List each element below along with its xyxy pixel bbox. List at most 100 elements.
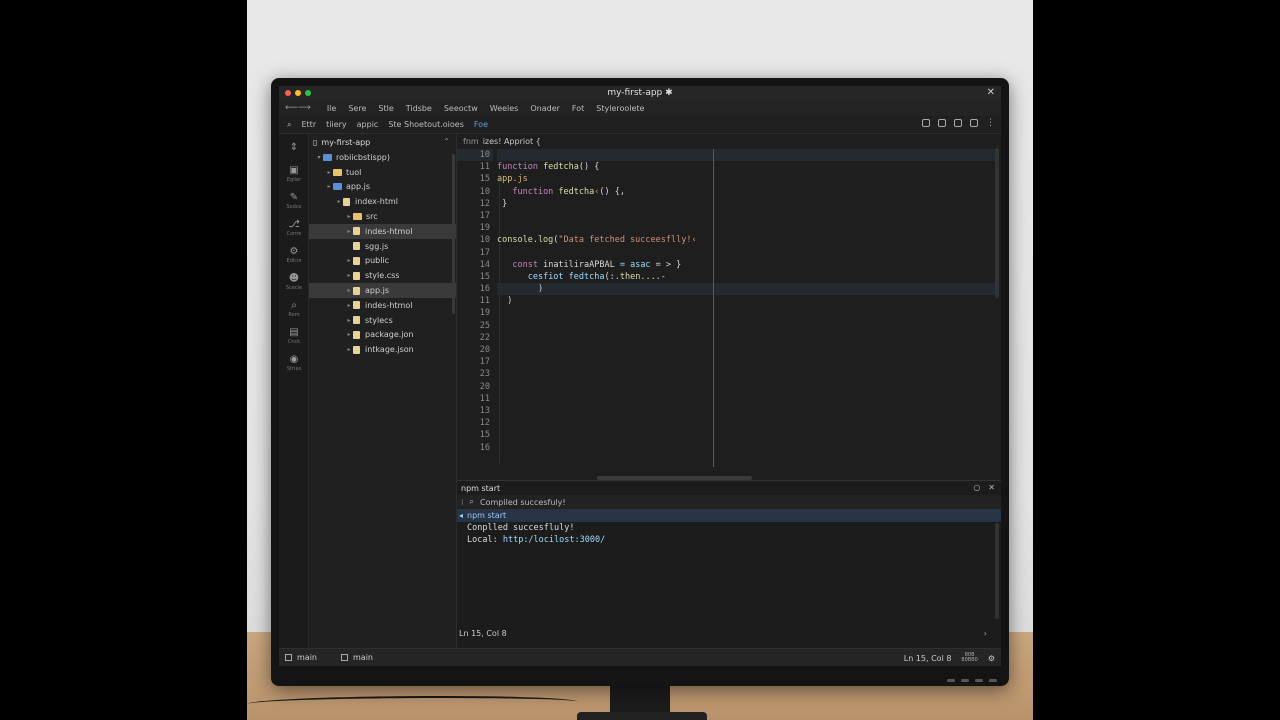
pin-icon[interactable] [954, 119, 962, 127]
code-line[interactable]: ) [497, 283, 997, 296]
maximize-window-button[interactable] [305, 90, 311, 96]
branch-item[interactable]: main [341, 653, 373, 662]
tree-item[interactable]: ▸ app.js [309, 283, 456, 298]
code-line[interactable]: cesfiot fedtcha(:.then....- [497, 271, 997, 283]
code-line[interactable]: ) [497, 295, 997, 307]
minimize-window-button[interactable] [295, 90, 301, 96]
menu-item[interactable]: Onader [530, 104, 560, 113]
tree-item[interactable]: ▸ src [309, 209, 456, 224]
menu-item[interactable]: Styleroolete [596, 104, 644, 113]
toolbar-item-active[interactable]: Foe [474, 120, 488, 129]
activity-source-control[interactable]: ⎇ Conre [279, 215, 309, 242]
terminal-title[interactable]: npm start [461, 484, 500, 493]
tree-item[interactable]: ▸ indes-htmol [309, 298, 456, 313]
code-line[interactable]: app.js [497, 173, 997, 185]
close-panel-icon[interactable]: ✕ [988, 483, 995, 492]
activity-extensions[interactable]: ⚙ Edicie [279, 242, 309, 269]
local-url-link[interactable]: http:/locilost:3000/ [503, 535, 605, 545]
code-token: (: [604, 271, 615, 282]
line-number: 17 [479, 357, 490, 368]
menu-item[interactable]: Tidsbe [406, 104, 432, 113]
panel-icon[interactable] [970, 119, 978, 127]
toolbar-item[interactable]: tiiery [326, 120, 347, 129]
tree-item[interactable]: ▸ style.css [309, 268, 456, 283]
tree-item[interactable]: ▸ stylecs [309, 313, 456, 328]
code-line[interactable]: function fedtcha‹() {, [497, 186, 997, 198]
line-number: 15 [479, 174, 490, 185]
chevron-icon: ▸ [327, 168, 331, 176]
tree-item[interactable]: ▸ indes-htmol [309, 223, 456, 239]
activity-explorer[interactable]: ▣ Eglier [279, 161, 309, 188]
tree-item-label: stylecs [365, 315, 393, 325]
activity-terminal[interactable]: ▤ Cnck [279, 323, 309, 350]
toolbar-item[interactable]: appic [357, 120, 379, 129]
code-area[interactable]: 10 11 15 10 12 17 19 10 17 14 15 16 11 19 25 22 20 17 23 20… [457, 149, 1001, 469]
menu-item[interactable]: Stle [378, 104, 393, 113]
close-icon[interactable]: ✕ [987, 87, 995, 98]
code-line[interactable] [497, 149, 997, 162]
status-cursor-position[interactable]: Ln 15, Col 8 [904, 654, 952, 663]
layout-icon[interactable] [922, 119, 930, 127]
maximize-icon[interactable]: ○ [973, 483, 980, 492]
file-icon [353, 271, 360, 280]
code-line[interactable] [497, 210, 997, 222]
drag-handle-icon[interactable]: ⁝ [461, 498, 464, 507]
toolbar-item[interactable]: Ste Shoetout.oioes [388, 120, 464, 129]
tree-item[interactable]: ▸ public [309, 254, 456, 269]
activity-run[interactable]: ⌕ Rom [279, 296, 309, 323]
code-line[interactable] [497, 247, 997, 259]
code-editor[interactable]: fnm izes! Appriot { 10 11 15 10 12 17 19 10 17 14… [457, 134, 1001, 480]
search-icon[interactable]: ⌕ [470, 497, 474, 507]
menu-item[interactable]: Weeles [490, 104, 519, 113]
status-encoding[interactable]: 80B 80BB0 [961, 653, 977, 663]
branch-item[interactable]: main [285, 653, 317, 662]
terminal-panel: npm start ○ ✕ ⁝ ⌕ Compiled succesfuly! ◂… [457, 480, 1001, 648]
tree-item[interactable]: sgg.js [309, 239, 456, 254]
terminal-scrollbar[interactable] [995, 523, 999, 619]
menu-item[interactable]: Fot [572, 104, 584, 113]
code-lines[interactable]: function fedtcha() {app.js function fedt… [497, 149, 997, 307]
split-icon[interactable] [938, 119, 946, 127]
menu-item[interactable]: Ile [327, 104, 337, 113]
tree-item[interactable]: ▸ package.jon [309, 328, 456, 343]
code-line[interactable] [497, 222, 997, 234]
terminal-output[interactable]: Conplled succesfluly! Local: http:/locil… [457, 522, 1001, 546]
tree-item[interactable]: ▸ intkage.json [309, 342, 456, 357]
edit-icon: ✎ [289, 192, 299, 203]
tree-item[interactable]: ▸ tuol [309, 165, 456, 180]
chevron-up-icon[interactable]: ⌃ [443, 137, 450, 146]
more-icon[interactable]: ⋮ [986, 119, 995, 128]
code-line[interactable]: const inatiliraAPBAL = asac = > } [497, 259, 997, 271]
code-line[interactable]: function fedtcha() { [497, 161, 997, 173]
file-icon [353, 345, 360, 354]
folder-icon [323, 153, 332, 161]
explorer-scrollbar[interactable] [452, 154, 455, 314]
activity-edit[interactable]: ✎ Sodce [279, 188, 309, 215]
tree-item[interactable]: ▸ app.js [309, 180, 456, 195]
activity-users[interactable]: ☻ Scecie [279, 269, 309, 296]
search-icon[interactable]: ⌕ [287, 120, 291, 130]
breadcrumb-path[interactable]: izes! Appriot { [483, 137, 541, 146]
chevron-right-icon[interactable]: › [984, 629, 987, 638]
extensions-icon: ⚙ [289, 246, 299, 257]
activity-settings[interactable]: ◉ Stries [279, 350, 309, 377]
code-line[interactable]: console.log("Data fetched succeesflly!‹ [497, 234, 997, 246]
editor-scrollbar[interactable] [995, 148, 999, 298]
file-icon [353, 301, 360, 310]
menu-item[interactable]: Seeoctw [444, 104, 478, 113]
code-line[interactable]: } [497, 198, 997, 210]
terminal-line: Conplled succesfluly! [467, 523, 575, 533]
activity-arrows[interactable]: ⇕ [279, 134, 309, 161]
code-token: () { [578, 162, 600, 173]
back-forward-icon[interactable]: ⟵⟶ [285, 103, 311, 113]
menu-item[interactable]: Sere [348, 104, 366, 113]
terminal-task-row[interactable]: ◂ npm start [457, 509, 1001, 522]
close-window-button[interactable] [285, 90, 291, 96]
tree-item[interactable]: ▾ robiicbstispp) [309, 150, 456, 165]
settings-gear-icon[interactable]: ⚙ [988, 654, 995, 663]
toolbar-item[interactable]: Ettr [301, 120, 316, 129]
tree-item[interactable]: ▸ index-html [309, 194, 456, 209]
explorer-header[interactable]: ▯ my-first-app ⌃ [309, 134, 456, 150]
